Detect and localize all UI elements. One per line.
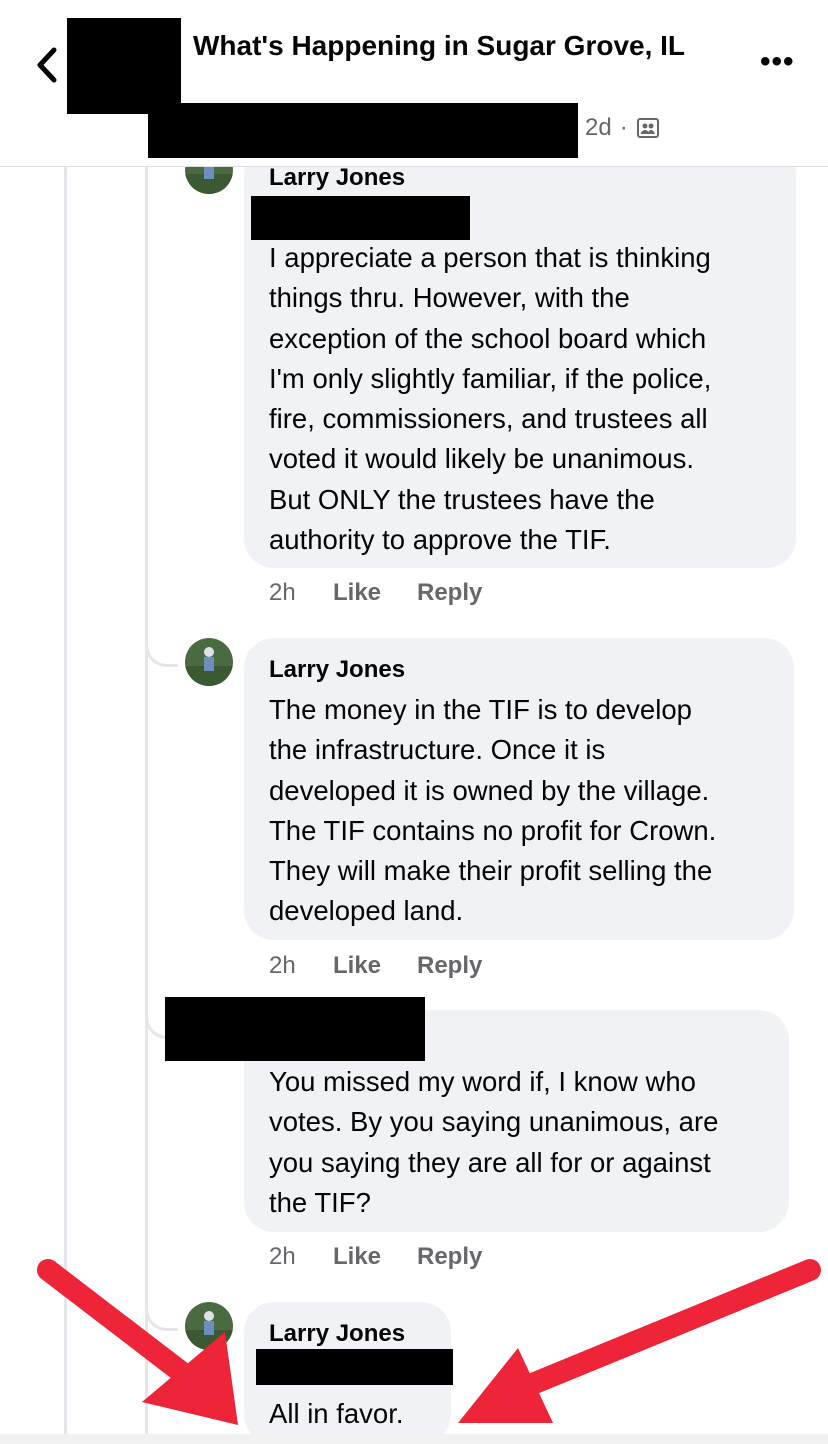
more-options-icon[interactable]: ••• bbox=[760, 45, 795, 79]
reply-connector bbox=[145, 620, 178, 667]
group-privacy-icon bbox=[636, 118, 659, 138]
comment-text: All in favor. bbox=[269, 1398, 404, 1429]
thread-line-outer bbox=[64, 166, 67, 1444]
reply-connector bbox=[145, 1282, 178, 1331]
like-button[interactable]: Like bbox=[333, 579, 381, 607]
redacted-tag bbox=[251, 196, 470, 240]
group-title[interactable]: What's Happening in Sugar Grove, IL bbox=[193, 26, 733, 65]
like-button[interactable]: Like bbox=[333, 1243, 381, 1271]
comment-time[interactable]: 2h bbox=[269, 952, 296, 980]
redacted-tag bbox=[256, 1349, 453, 1385]
comment-author[interactable]: Larry Jones bbox=[269, 656, 405, 684]
meta-dot: · bbox=[619, 114, 628, 141]
reply-button[interactable]: Reply bbox=[417, 1243, 482, 1271]
avatar[interactable] bbox=[185, 638, 233, 686]
comment-text: The money in the TIF is to develop the i… bbox=[269, 694, 717, 927]
post-meta: 2d · bbox=[585, 114, 660, 142]
comment-text: You missed my word if, I know who votes.… bbox=[269, 1066, 719, 1218]
redacted-author bbox=[165, 997, 425, 1061]
redacted-author bbox=[148, 103, 578, 158]
redacted-avatar bbox=[67, 18, 181, 114]
bottom-bar bbox=[0, 1434, 828, 1444]
arrow-right-icon bbox=[458, 1259, 821, 1423]
avatar[interactable] bbox=[185, 1302, 233, 1350]
reply-button[interactable]: Reply bbox=[417, 579, 482, 607]
comment-time[interactable]: 2h bbox=[269, 579, 296, 607]
back-chevron-icon[interactable] bbox=[28, 40, 68, 90]
comment-author[interactable]: Larry Jones bbox=[269, 164, 405, 192]
comment-author[interactable]: Larry Jones bbox=[269, 1320, 405, 1348]
post-header: What's Happening in Sugar Grove, IL 2d ·… bbox=[0, 0, 828, 167]
comment-time[interactable]: 2h bbox=[269, 1243, 296, 1271]
reply-button[interactable]: Reply bbox=[417, 952, 482, 980]
thread-line-inner bbox=[145, 166, 148, 1444]
post-time[interactable]: 2d bbox=[585, 114, 612, 142]
comment-text: I appreciate a person that is thinking t… bbox=[269, 242, 712, 556]
like-button[interactable]: Like bbox=[333, 952, 381, 980]
